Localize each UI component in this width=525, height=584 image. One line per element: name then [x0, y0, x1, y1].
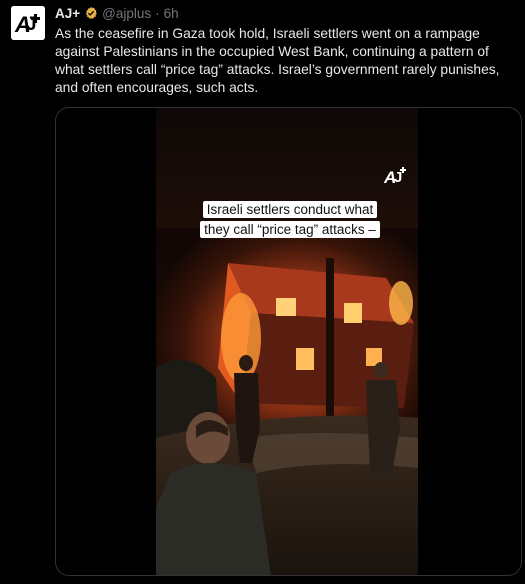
aj-plus-watermark-icon: A J [384, 163, 410, 187]
aj-plus-logo-icon: A J [11, 6, 45, 40]
verified-icon [84, 6, 98, 20]
avatar[interactable]: A J [11, 6, 45, 40]
video-player[interactable]: A J Israeli settlers conduct what they c… [55, 107, 522, 576]
video-caption-text: Israeli settlers conduct what they call … [200, 201, 380, 238]
svg-text:J: J [394, 169, 402, 186]
separator-dot: · [155, 5, 160, 21]
author-handle[interactable]: @ajplus [102, 6, 151, 21]
video-caption: Israeli settlers conduct what they call … [196, 200, 384, 240]
video-frame[interactable]: A J Israeli settlers conduct what they c… [156, 108, 418, 575]
author-name[interactable]: AJ+ [55, 6, 80, 21]
tweet-text: As the ceasefire in Gaza took hold, Isra… [55, 26, 500, 95]
video-still-image [156, 108, 418, 575]
tweet[interactable]: A J AJ+ @ajplus · 6h As the ceasefire in… [0, 0, 525, 584]
timestamp[interactable]: 6h [164, 6, 179, 21]
tweet-header: AJ+ @ajplus · 6h [55, 5, 179, 21]
